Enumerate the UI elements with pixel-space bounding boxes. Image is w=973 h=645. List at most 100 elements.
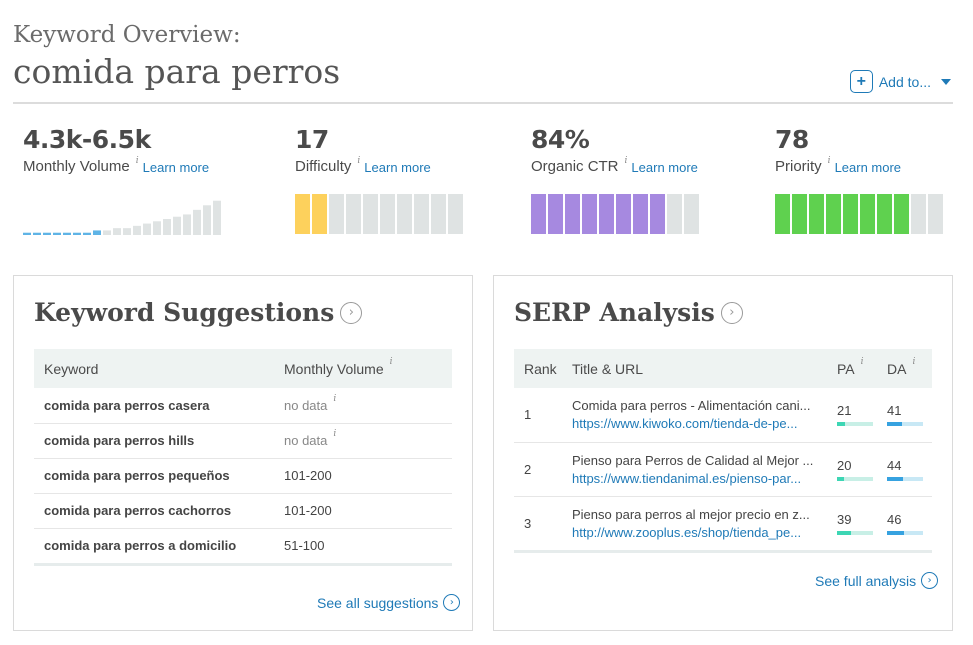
score-segment [599, 194, 614, 234]
serp-url-link[interactable]: https://www.tiendanimal.es/pienso-par... [572, 471, 822, 486]
serp-title: Pienso para Perros de Calidad al Mejor .… [572, 452, 814, 468]
serp-pa-bar-fill [837, 422, 845, 427]
score-segment [380, 194, 395, 234]
suggestion-volume: no data i [284, 388, 452, 424]
score-segment [667, 194, 682, 234]
suggestion-volume: 51-100 [284, 528, 452, 564]
volume-bar [83, 232, 91, 235]
suggestions-table: Keyword Monthly Volume i comida para perr… [34, 349, 452, 564]
difficulty-score-bar [295, 194, 463, 234]
table-row[interactable]: comida para perros casera no data i [34, 388, 452, 424]
volume-bar [203, 205, 211, 235]
serp-rank: 3 [514, 496, 572, 551]
serp-da: 46 [887, 496, 932, 551]
score-segment [616, 194, 631, 234]
table-row: 3 Pienso para perros al mejor precio en z… [514, 496, 932, 551]
volume-bar [93, 230, 101, 235]
serp-pa-value: 21 [837, 403, 852, 419]
info-icon[interactable]: i [136, 156, 139, 166]
volume-bar [23, 232, 31, 235]
volume-bar [33, 232, 41, 235]
info-icon[interactable]: i [912, 357, 915, 367]
info-icon[interactable]: i [357, 156, 360, 166]
card-title: Keyword Suggestions › [34, 298, 363, 327]
see-full-label: See full analysis [815, 572, 917, 589]
serp-da-bar [887, 530, 923, 535]
serp-pa-value: 20 [837, 457, 852, 473]
learn-more-link[interactable]: Learn more [631, 160, 697, 175]
col-header-da: DA i [887, 349, 932, 388]
table-row[interactable]: comida para perros pequeños 101-200 [34, 458, 452, 494]
info-icon[interactable]: i [333, 429, 336, 439]
volume-bar [173, 216, 181, 235]
score-segment [911, 194, 926, 234]
table-row[interactable]: comida para perros hills no data i [34, 423, 452, 459]
score-segment [877, 194, 892, 234]
serp-da-bar-fill [887, 476, 903, 481]
volume-bar [193, 209, 201, 235]
learn-more-link[interactable]: Learn more [364, 160, 430, 175]
serp-table: Rank Title & URL PA i DA i 1 Comida para pe… [514, 349, 932, 551]
page-header: Keyword Overview: comida para perros + A… [13, 22, 953, 104]
suggestion-keyword[interactable]: comida para perros hills [34, 423, 284, 459]
volume-bar [103, 230, 111, 235]
info-icon[interactable]: i [625, 156, 628, 166]
add-to-label: Add to... [878, 73, 931, 90]
suggestion-keyword[interactable]: comida para perros pequeños [34, 458, 284, 494]
metric-value: 84% [531, 125, 590, 154]
add-to-button[interactable]: + Add to... [849, 70, 951, 93]
score-segment [826, 194, 841, 234]
see-all-suggestions-link[interactable]: See all suggestions › [317, 594, 461, 611]
see-all-label: See all suggestions [317, 594, 439, 611]
serp-url-link[interactable]: https://www.kiwoko.com/tienda-de-pe... [572, 416, 822, 431]
volume-bar [43, 232, 51, 235]
page-title: comida para perros [13, 52, 341, 91]
see-full-analysis-link[interactable]: See full analysis › [815, 572, 939, 589]
volume-bar [63, 232, 71, 235]
col-header-volume-label: Monthly Volume [284, 360, 384, 377]
chevron-right-icon: › [443, 594, 461, 611]
col-header-pa: PA i [837, 349, 887, 388]
suggestion-volume-value: 101-200 [284, 468, 332, 483]
volume-bar [73, 232, 81, 235]
suggestion-volume-value: 101-200 [284, 503, 332, 518]
chevron-right-icon[interactable]: › [720, 301, 743, 324]
serp-da-bar-fill [887, 530, 904, 535]
score-segment [860, 194, 875, 234]
table-row: 2 Pienso para Perros de Calidad al Mejor … [514, 442, 932, 497]
serp-pa-bar-fill [837, 530, 852, 535]
suggestion-keyword[interactable]: comida para perros cachorros [34, 493, 284, 529]
learn-more-link[interactable]: Learn more [143, 160, 209, 175]
score-segment [312, 194, 327, 234]
serp-title-url: Pienso para perros al mejor precio en z.… [572, 496, 837, 551]
info-icon[interactable]: i [828, 156, 831, 166]
table-row: 1 Comida para perros - Alimentación cani.… [514, 388, 932, 443]
learn-more-link[interactable]: Learn more [835, 160, 901, 175]
volume-bar [53, 232, 61, 235]
info-icon[interactable]: i [861, 357, 864, 367]
score-segment [792, 194, 807, 234]
score-segment [809, 194, 824, 234]
metric-value: 17 [295, 125, 329, 154]
serp-title: Pienso para perros al mejor precio en z.… [572, 506, 810, 522]
serp-title-url: Pienso para Perros de Calidad al Mejor .… [572, 442, 837, 497]
table-row[interactable]: comida para perros a domicilio 51-100 [34, 528, 452, 564]
serp-url-link[interactable]: http://www.zooplus.es/shop/tienda_pe... [572, 525, 822, 540]
caret-down-icon [941, 78, 951, 85]
col-header-keyword: Keyword [44, 360, 99, 377]
score-segment [843, 194, 858, 234]
table-bottom-rule [34, 562, 452, 566]
metric-organic-ctr: 84% Organic CTR i Learn more [531, 125, 699, 234]
col-header-da-label: DA [887, 360, 907, 377]
info-icon[interactable]: i [390, 357, 393, 367]
suggestion-keyword[interactable]: comida para perros casera [34, 388, 284, 424]
score-segment [775, 194, 790, 234]
table-row[interactable]: comida para perros cachorros 101-200 [34, 493, 452, 529]
score-segment [565, 194, 580, 234]
suggestion-keyword[interactable]: comida para perros a domicilio [34, 528, 284, 564]
score-segment [448, 194, 463, 234]
info-icon[interactable]: i [333, 394, 336, 404]
serp-rank: 2 [514, 442, 572, 497]
volume-bar [183, 214, 191, 235]
chevron-right-icon[interactable]: › [340, 301, 363, 324]
